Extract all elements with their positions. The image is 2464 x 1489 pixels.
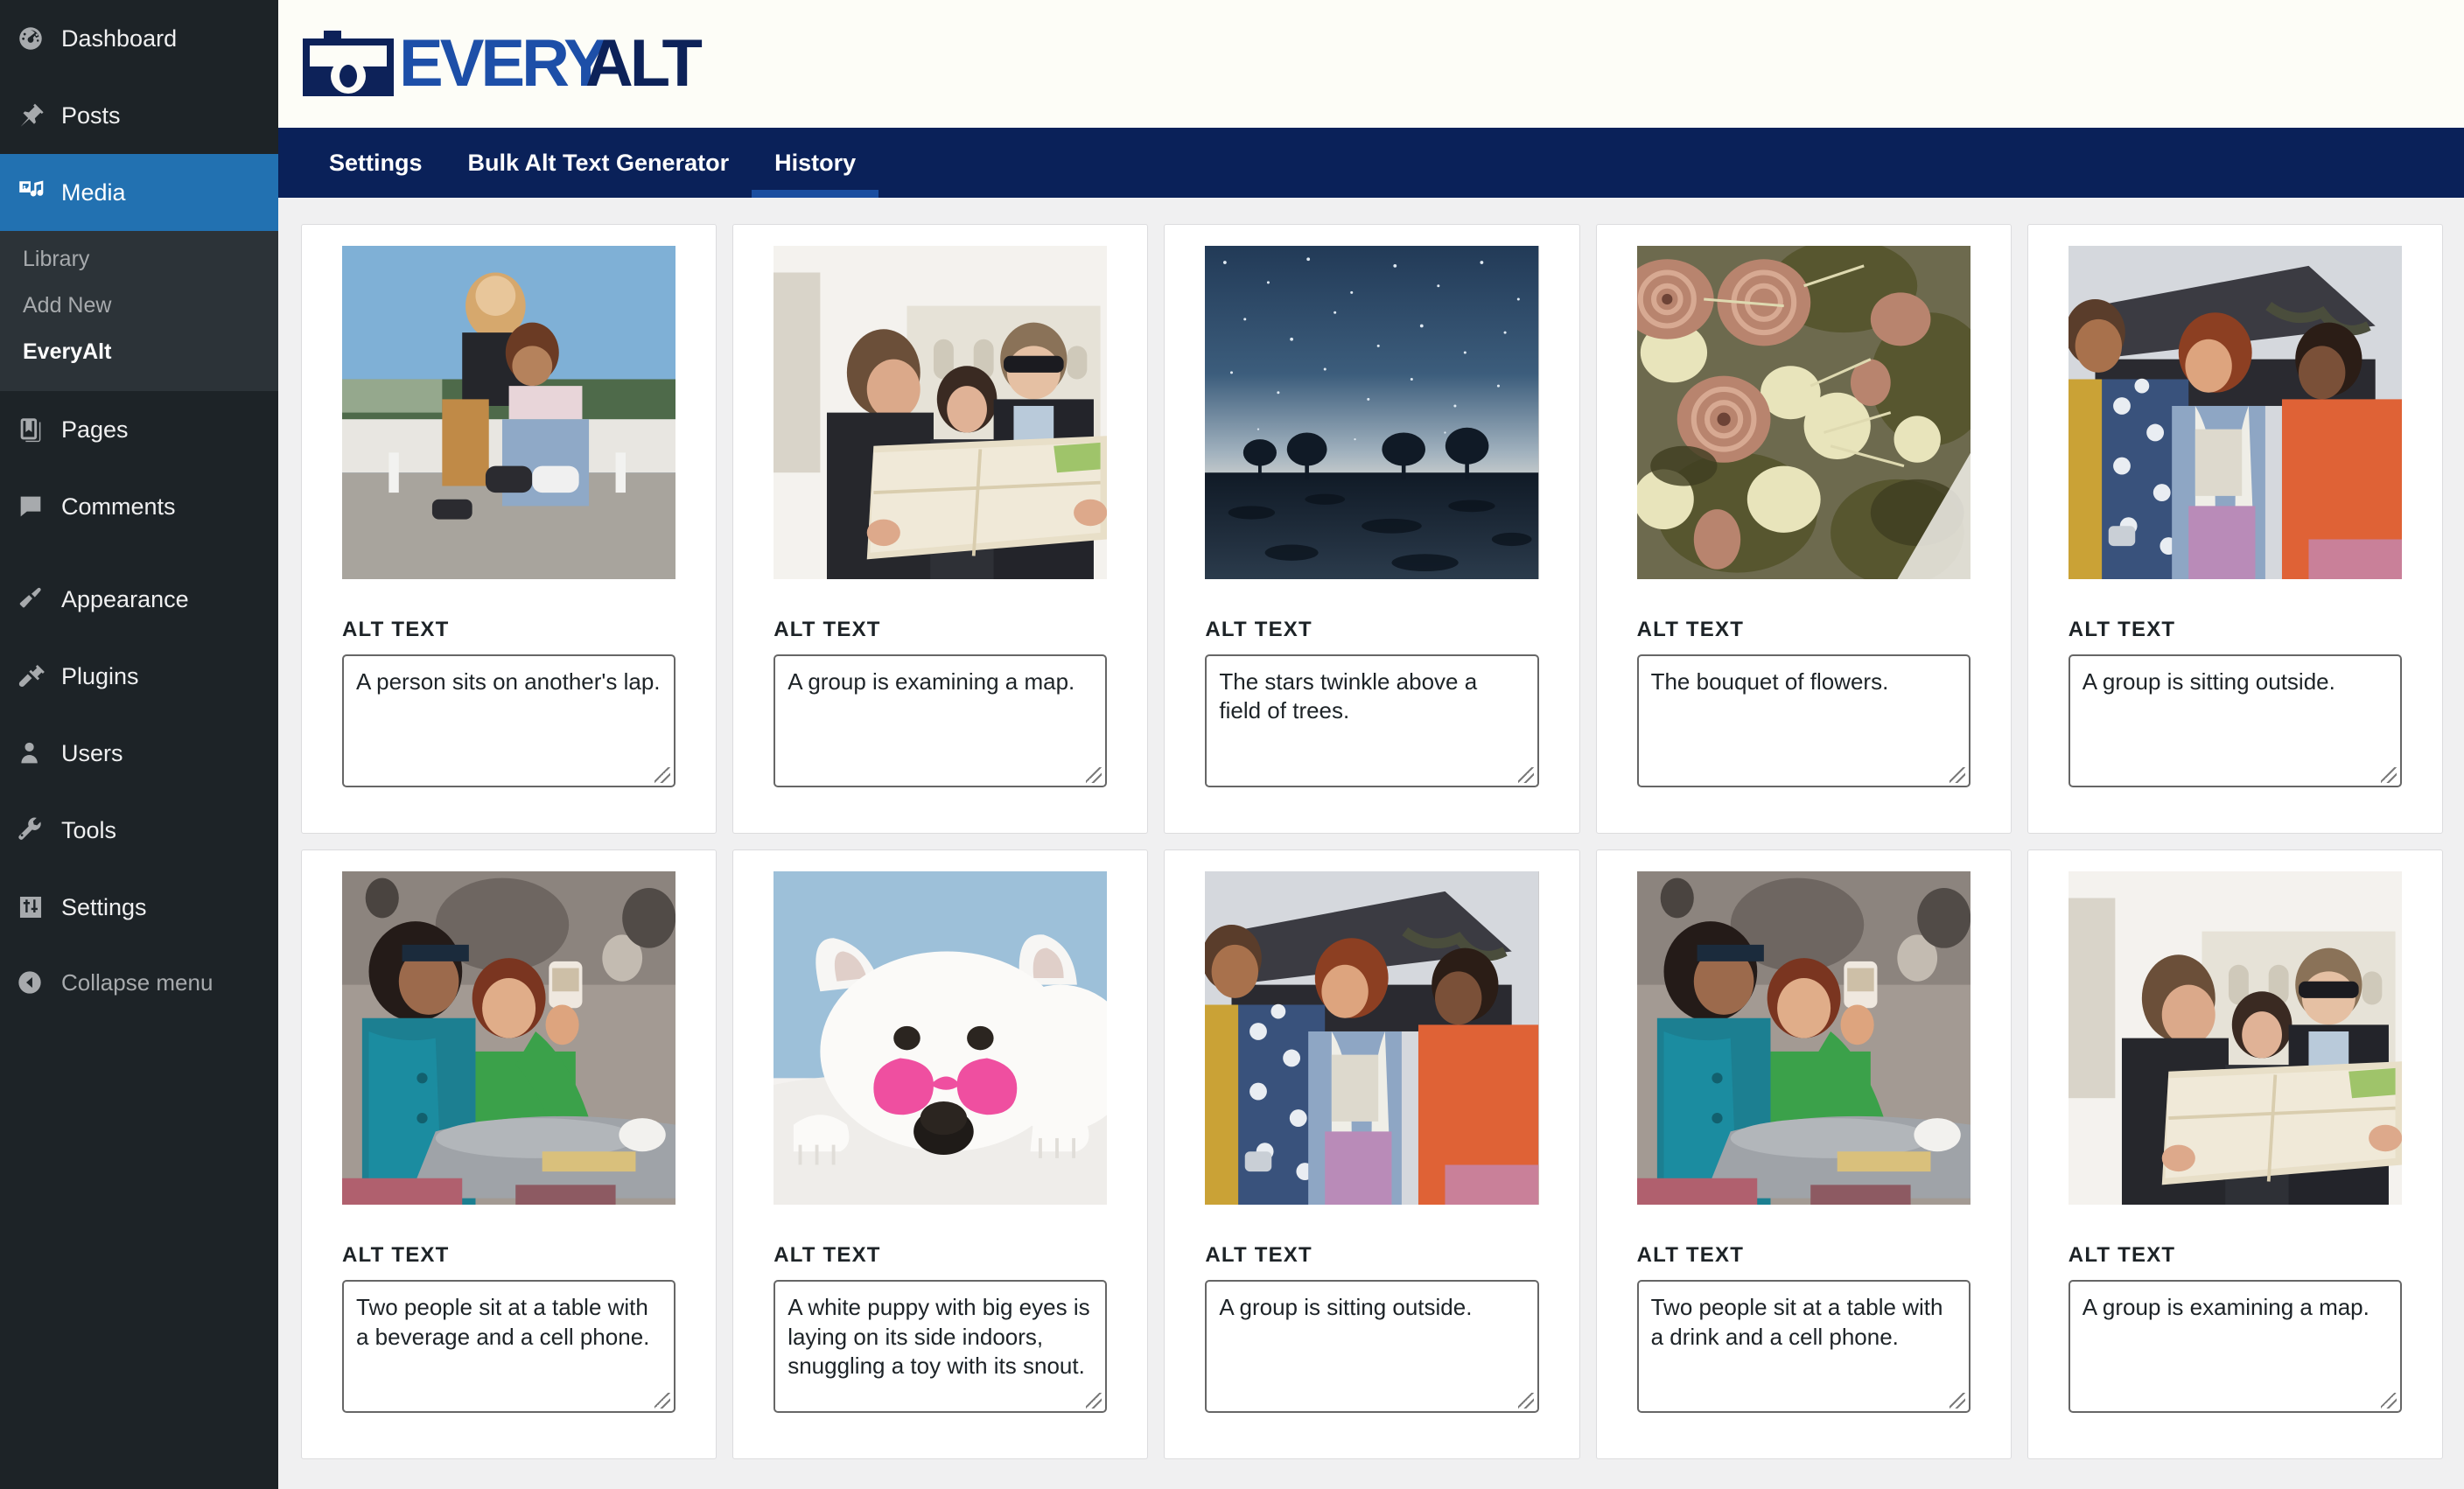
logo-text-alt: ALT bbox=[584, 26, 703, 101]
submenu-item-everyalt[interactable]: EveryAlt bbox=[0, 329, 278, 375]
alt-text-label: ALT TEXT bbox=[342, 1243, 450, 1268]
collapse-menu-label: Collapse menu bbox=[61, 968, 214, 996]
collapse-arrow-icon bbox=[16, 968, 61, 996]
collapse-menu-button[interactable]: Collapse menu bbox=[0, 946, 278, 1019]
sidebar-divider-1 bbox=[0, 545, 278, 561]
plugin-tab-bar: Settings Bulk Alt Text Generator History bbox=[278, 128, 2464, 198]
sidebar-item-label: Settings bbox=[61, 893, 147, 920]
history-panel: ALT TEXT A person sits on another's lap. bbox=[278, 198, 2464, 1460]
history-card: ALT TEXT A group is examining a map. bbox=[732, 224, 1149, 835]
media-thumbnail[interactable] bbox=[1636, 246, 1970, 580]
history-card: ALT TEXT A white puppy with big eyes is … bbox=[732, 849, 1149, 1460]
alt-text-input[interactable]: Two people sit at a table with a beverag… bbox=[342, 1280, 676, 1414]
everyalt-logo: EVERY ALT bbox=[301, 26, 703, 101]
tab-bulk-alt-text-generator[interactable]: Bulk Alt Text Generator bbox=[445, 128, 752, 198]
media-submenu: Library Add New EveryAlt bbox=[0, 231, 278, 391]
history-card: ALT TEXT A group is examining a map. bbox=[2026, 849, 2443, 1460]
media-thumbnail[interactable] bbox=[2068, 246, 2402, 580]
alt-text-label: ALT TEXT bbox=[1636, 618, 1745, 642]
sidebar-item-label: Media bbox=[61, 178, 126, 206]
alt-text-label: ALT TEXT bbox=[342, 618, 450, 642]
media-thumbnail[interactable] bbox=[774, 871, 1108, 1206]
tab-settings[interactable]: Settings bbox=[306, 128, 445, 198]
brand-header: EVERY ALT bbox=[278, 0, 2464, 128]
history-card: ALT TEXT Two people sit at a table with … bbox=[1595, 849, 2012, 1460]
media-thumbnail[interactable] bbox=[342, 871, 676, 1206]
sidebar-item-tools[interactable]: Tools bbox=[0, 792, 278, 869]
main-content: EVERY ALT Settings Bulk Alt Text Generat… bbox=[278, 0, 2464, 1489]
sidebar-item-pages[interactable]: Pages bbox=[0, 391, 278, 468]
alt-text-input[interactable]: A group is examining a map. bbox=[774, 654, 1108, 788]
plug-icon bbox=[16, 661, 61, 691]
alt-text-input[interactable]: A group is sitting outside. bbox=[2068, 654, 2402, 788]
sidebar-item-label: Users bbox=[61, 739, 123, 766]
alt-text-input[interactable]: A person sits on another's lap. bbox=[342, 654, 676, 788]
history-card: ALT TEXT The bouquet of flowers. bbox=[1595, 224, 2012, 835]
sidebar-item-plugins[interactable]: Plugins bbox=[0, 638, 278, 715]
alt-text-input[interactable]: A group is examining a map. bbox=[2068, 1280, 2402, 1414]
pin-icon bbox=[16, 101, 61, 130]
media-thumbnail[interactable] bbox=[774, 246, 1108, 580]
submenu-item-library[interactable]: Library bbox=[0, 236, 278, 283]
history-card: ALT TEXT The stars twinkle above a field… bbox=[1164, 224, 1580, 835]
admin-sidebar: Dashboard Posts Media Library Add New Ev… bbox=[0, 0, 278, 1489]
history-card: ALT TEXT Two people sit at a table with … bbox=[301, 849, 718, 1460]
logo-text-every: EVERY bbox=[399, 26, 608, 101]
pages-icon bbox=[16, 415, 61, 444]
camera-icon bbox=[301, 31, 396, 97]
user-icon bbox=[16, 738, 61, 768]
sidebar-item-label: Appearance bbox=[61, 585, 189, 612]
media-thumbnail[interactable] bbox=[2068, 871, 2402, 1206]
alt-text-label: ALT TEXT bbox=[1205, 1243, 1312, 1268]
sidebar-item-users[interactable]: Users bbox=[0, 715, 278, 792]
media-thumbnail[interactable] bbox=[1205, 246, 1539, 580]
history-card: ALT TEXT A group is sitting outside. bbox=[2026, 224, 2443, 835]
alt-text-label: ALT TEXT bbox=[1205, 618, 1312, 642]
alt-text-input[interactable]: The bouquet of flowers. bbox=[1636, 654, 1970, 788]
history-card: ALT TEXT A person sits on another's lap. bbox=[301, 224, 718, 835]
alt-text-label: ALT TEXT bbox=[2068, 1243, 2176, 1268]
dashboard-icon bbox=[16, 24, 61, 53]
sidebar-item-label: Dashboard bbox=[61, 24, 178, 52]
tab-history[interactable]: History bbox=[752, 128, 879, 198]
alt-text-label: ALT TEXT bbox=[1636, 1243, 1745, 1268]
alt-text-label: ALT TEXT bbox=[774, 618, 881, 642]
sidebar-item-posts[interactable]: Posts bbox=[0, 77, 278, 154]
media-thumbnail[interactable] bbox=[1205, 871, 1539, 1206]
sidebar-item-settings[interactable]: Settings bbox=[0, 869, 278, 946]
alt-text-input[interactable]: The stars twinkle above a field of trees… bbox=[1205, 654, 1539, 788]
media-icon bbox=[16, 178, 61, 207]
sidebar-item-label: Comments bbox=[61, 493, 176, 520]
sidebar-item-comments[interactable]: Comments bbox=[0, 468, 278, 545]
wrench-icon bbox=[16, 815, 61, 845]
alt-text-input[interactable]: Two people sit at a table with a drink a… bbox=[1636, 1280, 1970, 1414]
sidebar-item-dashboard[interactable]: Dashboard bbox=[0, 0, 278, 77]
history-card: ALT TEXT A group is sitting outside. bbox=[1164, 849, 1580, 1460]
sidebar-item-appearance[interactable]: Appearance bbox=[0, 561, 278, 638]
media-thumbnail[interactable] bbox=[342, 246, 676, 580]
sidebar-item-label: Plugins bbox=[61, 662, 139, 689]
settings-icon bbox=[16, 892, 61, 922]
comments-icon bbox=[16, 492, 61, 521]
media-thumbnail[interactable] bbox=[1636, 871, 1970, 1206]
sidebar-item-label: Posts bbox=[61, 101, 121, 129]
alt-text-label: ALT TEXT bbox=[2068, 618, 2176, 642]
logo-wordmark: EVERY ALT bbox=[399, 26, 703, 101]
sidebar-item-media[interactable]: Media bbox=[0, 154, 278, 231]
history-card-grid: ALT TEXT A person sits on another's lap. bbox=[301, 224, 2443, 1460]
brush-icon bbox=[16, 584, 61, 614]
alt-text-input[interactable]: A white puppy with big eyes is laying on… bbox=[774, 1280, 1108, 1414]
alt-text-input[interactable]: A group is sitting outside. bbox=[1205, 1280, 1539, 1414]
alt-text-label: ALT TEXT bbox=[774, 1243, 881, 1268]
wordpress-admin-page: Dashboard Posts Media Library Add New Ev… bbox=[0, 0, 2464, 1489]
submenu-item-add-new[interactable]: Add New bbox=[0, 283, 278, 329]
sidebar-item-label: Pages bbox=[61, 416, 129, 443]
sidebar-item-label: Tools bbox=[61, 816, 117, 843]
